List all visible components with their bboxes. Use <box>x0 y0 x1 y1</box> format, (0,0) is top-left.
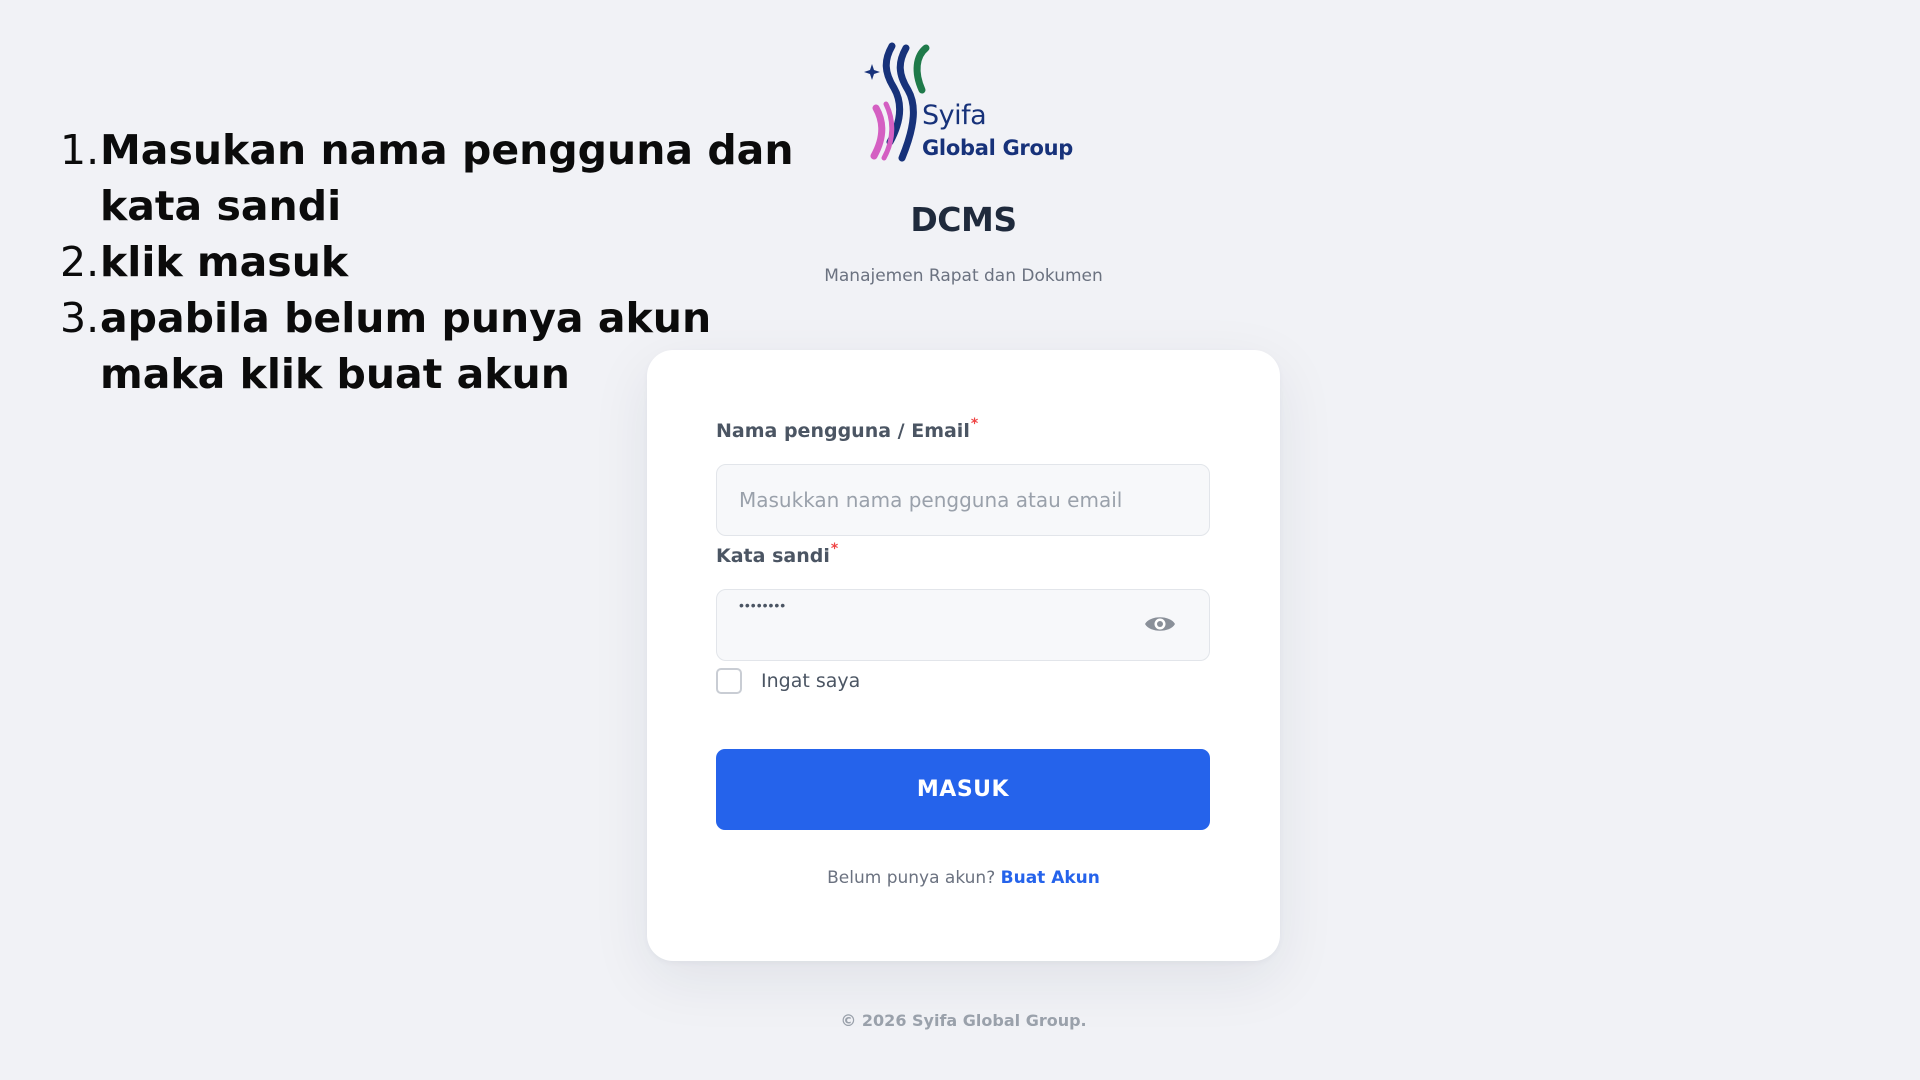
register-link[interactable]: Buat Akun <box>1001 868 1100 888</box>
app-title: DCMS <box>910 200 1017 239</box>
password-input[interactable] <box>716 589 1210 661</box>
username-label: Nama pengguna / Email* <box>716 416 978 442</box>
eye-icon[interactable] <box>1143 612 1177 636</box>
register-prompt: Belum punya akun? Buat Akun <box>647 868 1280 888</box>
username-input[interactable] <box>716 464 1210 536</box>
password-label: Kata sandi* <box>716 541 838 567</box>
remember-me-checkbox[interactable] <box>716 668 742 694</box>
username-label-text: Nama pengguna / Email <box>716 420 970 442</box>
brand-logo: Syifa Global Group <box>862 42 1073 166</box>
app-subtitle: Manajemen Rapat dan Dokumen <box>824 266 1103 286</box>
required-marker: * <box>830 541 839 557</box>
register-prompt-text: Belum punya akun? <box>827 868 996 888</box>
remember-me-label[interactable]: Ingat saya <box>761 670 860 692</box>
login-button[interactable]: MASUK <box>716 749 1210 830</box>
instruction-text: apabila belum punya akun maka klik buat … <box>100 294 712 398</box>
password-value: •••••••• <box>739 597 787 613</box>
footer-copyright: © 2026 Syifa Global Group. <box>840 1011 1087 1030</box>
logo-tagline: Global Group <box>922 136 1073 160</box>
required-marker: * <box>970 416 979 432</box>
login-card: Nama pengguna / Email* Kata sandi* •••••… <box>647 350 1280 961</box>
login-page: 1. Masukan nama pengguna dan kata sandi … <box>0 0 1920 1080</box>
instruction-number: 1. <box>60 126 100 174</box>
instruction-number: 3. <box>60 294 100 342</box>
logo-wordmark: Syifa <box>922 100 987 131</box>
password-label-text: Kata sandi <box>716 545 830 567</box>
